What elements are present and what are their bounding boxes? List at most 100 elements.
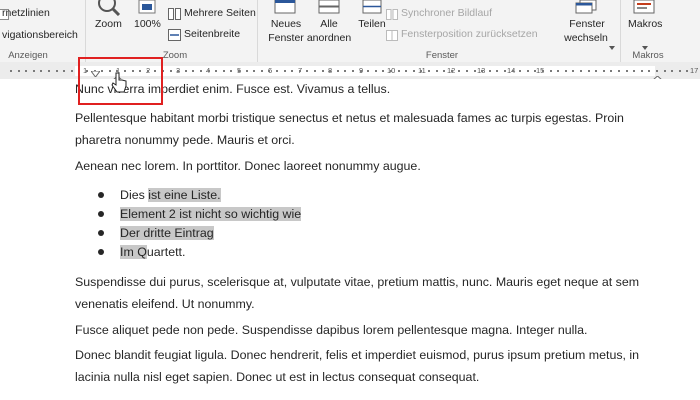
group-label-anzeigen: Anzeigen — [8, 50, 48, 61]
ruler-tick — [481, 70, 483, 72]
ruler-tick — [618, 70, 620, 72]
ruler-tick — [550, 70, 552, 72]
multiple-pages-icon[interactable] — [168, 7, 181, 20]
ruler-tick — [519, 70, 521, 72]
zoom-100-icon[interactable] — [138, 0, 156, 14]
group-label-fenster: Fenster — [425, 50, 459, 61]
list-item-text: uartett. — [146, 245, 186, 259]
ruler-number: 17 — [690, 66, 699, 75]
paragraph[interactable]: Fusce aliquet pede non pede. Suspendisse… — [75, 319, 660, 341]
ruler-tick — [322, 70, 324, 72]
ruler-tick — [63, 70, 65, 72]
multiple-pages-button[interactable]: Mehrere Seiten — [184, 7, 256, 19]
paragraph[interactable]: Pellentesque habitant morbi tristique se… — [75, 107, 660, 151]
ruler-tick — [512, 70, 514, 72]
group-separator — [620, 0, 621, 62]
page-width-icon[interactable] — [168, 28, 181, 41]
ruler-tick — [527, 70, 529, 72]
ruler-tick — [390, 70, 392, 72]
sync-scroll-button[interactable]: Synchroner Bildlauf — [401, 7, 492, 19]
paragraph[interactable]: Aenean nec lorem. In porttitor. Donec la… — [75, 155, 660, 177]
ruler-tick — [215, 70, 217, 72]
ruler-tick — [33, 70, 35, 72]
ruler-tick — [436, 70, 438, 72]
ruler-tick — [344, 70, 346, 72]
arrange-all-icon[interactable] — [318, 0, 340, 14]
document-page[interactable]: Nunc viverra imperdiet enim. Fusce est. … — [0, 79, 700, 400]
ruler-tick — [238, 70, 240, 72]
ruler-tick — [367, 70, 369, 72]
ruler-tick — [48, 70, 50, 72]
paragraph[interactable]: Donec blandit feugiat ligula. Donec hend… — [75, 344, 660, 388]
arrange-all-button-line2[interactable]: anordnen — [305, 32, 353, 44]
reset-position-button[interactable]: Fensterposition zurücksetzen — [401, 28, 538, 40]
gridlines-checkbox-label[interactable]: rnetzlinien — [2, 7, 50, 19]
reset-position-icon[interactable] — [386, 28, 398, 41]
ruler-tick — [352, 70, 354, 72]
ruler-tick — [185, 70, 187, 72]
switch-window-icon[interactable] — [575, 0, 597, 14]
zoom-button[interactable]: Zoom — [95, 18, 122, 30]
ruler-tick — [276, 70, 278, 72]
page-width-button[interactable]: Seitenbreite — [184, 28, 240, 40]
new-window-button-line1[interactable]: Neues — [266, 18, 306, 30]
mouse-cursor-icon — [110, 72, 128, 96]
ruler-tick — [246, 70, 248, 72]
zoom-100-button[interactable]: 100% — [134, 18, 161, 30]
selected-text[interactable]: ist eine Liste. — [148, 188, 221, 202]
ruler-tick — [428, 70, 430, 72]
switch-window-button-line1[interactable]: Fenster — [565, 18, 609, 30]
ruler-tick — [664, 70, 666, 72]
ruler-tick — [306, 70, 308, 72]
ruler-tick — [496, 70, 498, 72]
selected-text[interactable]: Element 2 ist nicht so wichtig wie — [120, 207, 302, 221]
new-window-button-line2[interactable]: Fenster — [266, 32, 306, 44]
ruler-tick — [360, 70, 362, 72]
list-item[interactable]: Im Quartett. — [120, 241, 185, 263]
ruler-tick — [451, 70, 453, 72]
ruler-tick — [71, 70, 73, 72]
ruler-tick — [253, 70, 255, 72]
selected-text[interactable]: Der dritte Eintrag — [120, 226, 214, 240]
ruler-tick — [382, 70, 384, 72]
ruler-tick — [557, 70, 559, 72]
ruler-tick — [284, 70, 286, 72]
bullet-icon — [98, 211, 104, 217]
sync-scroll-icon[interactable] — [386, 7, 398, 20]
ruler-tick — [641, 70, 643, 72]
zoom-magnifier-icon[interactable] — [96, 0, 122, 17]
ruler-tick — [18, 70, 20, 72]
ruler-tick — [314, 70, 316, 72]
chevron-down-icon[interactable] — [642, 37, 648, 50]
ruler-tick — [565, 70, 567, 72]
arrange-all-button-line1[interactable]: Alle — [309, 18, 349, 30]
ruler-tick — [337, 70, 339, 72]
list-item-text: Dies — [120, 188, 149, 202]
split-icon[interactable] — [362, 0, 382, 14]
paragraph[interactable]: Suspendisse dui purus, scelerisque at, v… — [75, 271, 660, 315]
group-separator — [257, 0, 258, 62]
ruler-tick — [633, 70, 635, 72]
ruler-tick — [588, 70, 590, 72]
ruler-tick — [474, 70, 476, 72]
navigation-pane-checkbox-label[interactable]: vigationsbereich — [2, 29, 78, 41]
ruler-tick — [177, 70, 179, 72]
ruler-tick — [405, 70, 407, 72]
ruler-tick — [375, 70, 377, 72]
ruler-tick — [648, 70, 650, 72]
group-label-makros: Makros — [632, 50, 664, 61]
macros-button[interactable]: Makros — [628, 18, 662, 30]
bullet-icon — [98, 230, 104, 236]
ruler-tick — [626, 70, 628, 72]
ruler-tick — [671, 70, 673, 72]
ruler-tick — [504, 70, 506, 72]
macros-icon[interactable] — [632, 0, 656, 14]
ruler-tick — [200, 70, 202, 72]
ruler-tick — [572, 70, 574, 72]
ruler-tick — [595, 70, 597, 72]
new-window-icon[interactable] — [274, 0, 296, 14]
ruler-tick — [268, 70, 270, 72]
switch-window-button-line2[interactable]: wechseln — [562, 32, 610, 44]
selected-text[interactable]: Im Q — [120, 245, 147, 259]
chevron-down-icon[interactable] — [609, 37, 615, 50]
